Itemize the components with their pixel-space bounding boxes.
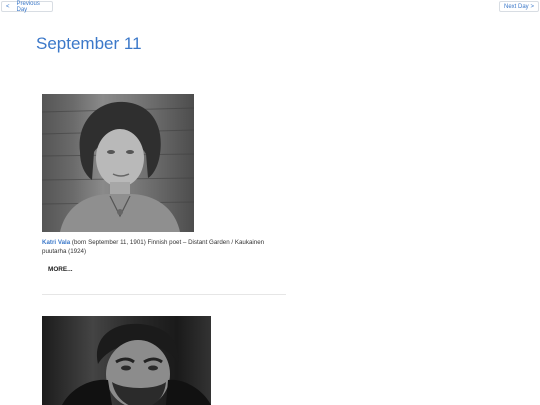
portrait-image-icon xyxy=(62,323,211,405)
previous-day-label: Previous Day xyxy=(16,0,40,13)
next-day-label: Next Day xyxy=(504,3,529,10)
entry-description: (born September 11, 1901) Finnish poet –… xyxy=(42,239,265,255)
chevron-left-icon: < xyxy=(6,3,10,10)
person-name-link[interactable]: Katri Vala xyxy=(42,239,70,246)
page-title: September 11 xyxy=(36,34,142,53)
next-day-button[interactable]: Next Day > xyxy=(499,1,539,12)
portrait-photo xyxy=(42,94,194,232)
chevron-right-icon: > xyxy=(530,3,534,10)
previous-day-button[interactable]: < Previous Day xyxy=(1,0,53,13)
list-item xyxy=(42,316,286,405)
more-button[interactable]: MORE... xyxy=(48,266,73,273)
entry-divider xyxy=(42,294,286,295)
portrait-image-icon xyxy=(42,101,194,232)
list-item: Katri Vala (born September 11, 1901) Fin… xyxy=(42,94,286,276)
entry-caption: Katri Vala (born September 11, 1901) Fin… xyxy=(42,238,272,256)
portrait-photo xyxy=(42,316,211,405)
